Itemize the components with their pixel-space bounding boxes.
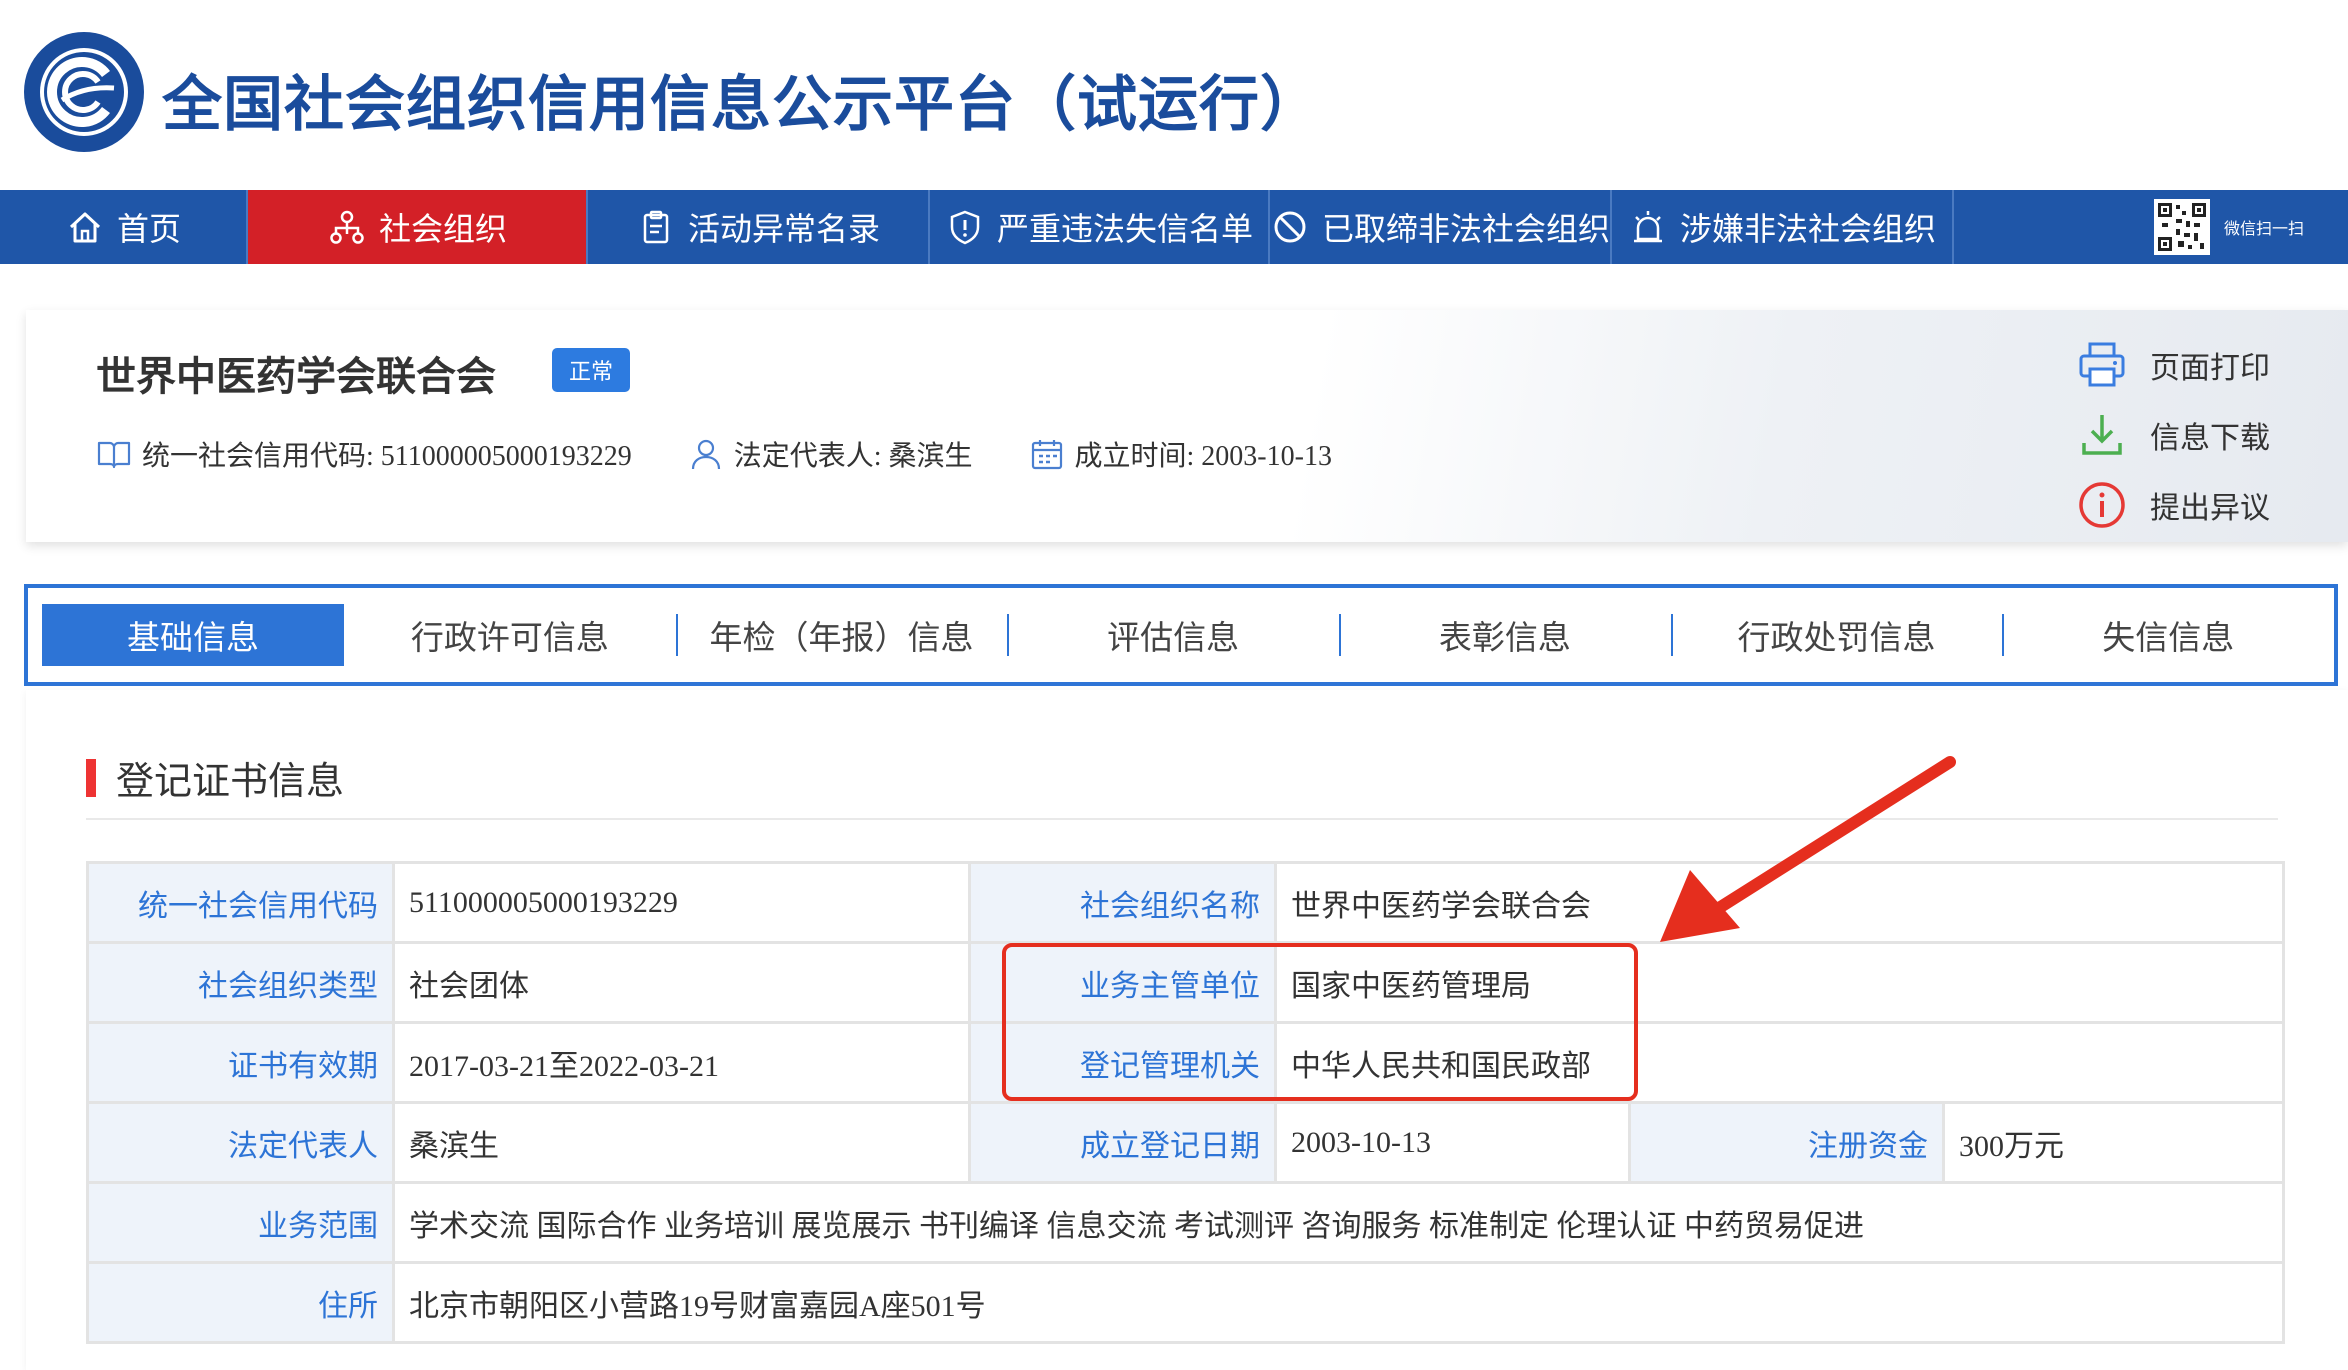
china-social-organization-logo[interactable] [22,30,146,154]
reg-date-value: 2003-10-13 [1274,1101,1631,1184]
org-name: 世界中医药学会联合会 [96,354,496,399]
objection-button[interactable]: 提出异议 [2076,470,2270,540]
nav-item-label: 已取缔非法社会组织 [1321,211,1610,247]
section-title-text: 登记证书信息 [116,761,345,803]
site-header: 全国社会组织信用信息公示平台（试运行） [0,0,2348,190]
tab-evaluation[interactable]: 评估信息 [1007,604,1339,666]
qr-label: 微信扫一扫 [2224,219,2305,238]
legal-rep-text: 法定代表人: 桑滨生 [733,441,973,472]
tab-basic-info[interactable]: 基础信息 [42,604,344,666]
org-name-label: 社会组织名称 [968,861,1277,944]
legal-rep-label: 法定代表人 [86,1101,395,1184]
download-icon [2082,415,2122,455]
address-label: 住所 [86,1261,395,1344]
ban-icon [1274,211,1306,243]
nav-item-label: 严重违法失信名单 [996,211,1253,247]
credit-code-label: 统一社会信用代码 [86,861,395,944]
org-summary-card: 世界中医药学会联合会 正常 统一社会信用代码: 5110000050001932… [26,310,2348,542]
home-icon [69,212,101,243]
supervisor-label: 业务主管单位 [968,941,1277,1024]
shield-alert-icon [950,210,980,245]
main-nav: 首页 社会组织 活动异常名录 严重违法失信名单 已取缔非法社会组织 涉嫌非法社会… [0,190,2348,264]
org-actions: 页面打印 信息下载 提出异议 [2076,330,2270,540]
info-alert-icon [2079,482,2125,528]
capital-value: 300万元 [1941,1101,2286,1184]
printer-icon [2079,342,2125,387]
print-label: 页面打印 [2150,352,2270,385]
meta-founded: 成立时间: 2003-10-13 [1029,434,1332,474]
tab-annual-report[interactable]: 年检（年报）信息 [675,604,1008,666]
table-row: 统一社会信用代码 511000005000193229 社会组织名称 世界中医药… [86,861,2286,944]
legal-rep-value: 桑滨生 [392,1101,971,1184]
table-row: 法定代表人 桑滨生 成立登记日期 2003-10-13 注册资金 300万元 [86,1101,2286,1184]
alarm-icon [1633,211,1662,243]
scope-label: 业务范围 [86,1181,395,1264]
table-row: 业务范围 学术交流 国际合作 业务培训 展览展示 书刊编译 信息交流 考试测评 … [86,1181,2286,1264]
wechat-qr[interactable]: 微信扫一扫 [2148,190,2348,264]
calendar-icon [1031,440,1062,470]
cert-valid-label: 证书有效期 [86,1021,395,1104]
nav-item-label: 涉嫌非法社会组织 [1679,211,1936,247]
download-label: 信息下载 [2150,422,2270,455]
section-divider [86,818,2278,820]
nav-item-social-org[interactable]: 社会组织 [248,190,588,264]
registrar-value: 中华人民共和国民政部 [1273,1021,2286,1104]
qr-code-icon [2154,199,2210,255]
meta-credit-code: 统一社会信用代码: 511000005000193229 [96,434,632,474]
meta-legal-rep: 法定代表人: 桑滨生 [688,434,973,474]
section-title: 登记证书信息 [86,750,344,805]
credit-code-text: 统一社会信用代码: 511000005000193229 [142,441,632,472]
org-tree-icon [330,210,364,244]
nav-item-label: 社会组织 [378,211,507,247]
address-value: 北京市朝阳区小营路19号财富嘉园A座501号 [391,1261,2286,1344]
nav-item-label: 首页 [116,211,181,247]
scope-value: 学术交流 国际合作 业务培训 展览展示 书刊编译 信息交流 考试测评 咨询服务 … [391,1181,2286,1264]
cert-valid-value: 2017-03-21至2022-03-21 [392,1021,971,1104]
person-icon [691,439,720,470]
objection-label: 提出异议 [2150,492,2270,525]
registrar-label: 登记管理机关 [968,1021,1277,1104]
status-badge: 正常 [552,348,630,392]
section-title-marker [86,758,96,797]
info-tabs: 基础信息 行政许可信息 年检（年报）信息 评估信息 表彰信息 行政处罚信息 失信… [24,584,2338,686]
tab-admin-penalty[interactable]: 行政处罚信息 [1670,604,2003,666]
org-name-value: 世界中医药学会联合会 [1273,861,2286,944]
org-meta-row: 统一社会信用代码: 511000005000193229 法定代表人: 桑滨生 … [96,434,1388,474]
tab-dishonesty[interactable]: 失信信息 [2002,604,2334,666]
org-type-value: 社会团体 [392,941,971,1024]
table-row: 社会组织类型 社会团体 业务主管单位 国家中医药管理局 [86,941,2286,1024]
founded-text: 成立时间: 2003-10-13 [1074,441,1332,472]
table-row: 住所 北京市朝阳区小营路19号财富嘉园A座501号 [86,1261,2286,1344]
print-button[interactable]: 页面打印 [2076,330,2270,400]
nav-item-blacklist[interactable]: 严重违法失信名单 [930,190,1270,264]
credit-code-value: 511000005000193229 [392,861,971,944]
org-type-label: 社会组织类型 [86,941,395,1024]
nav-item-banned-orgs[interactable]: 已取缔非法社会组织 [1270,190,1612,264]
supervisor-value: 国家中医药管理局 [1273,941,2286,1024]
clipboard-icon [643,210,669,244]
nav-item-suspected-illegal[interactable]: 涉嫌非法社会组织 [1612,190,1954,264]
nav-item-home[interactable]: 首页 [0,190,248,264]
table-row: 证书有效期 2017-03-21至2022-03-21 登记管理机关 中华人民共… [86,1021,2286,1104]
site-title: 全国社会组织信用信息公示平台（试运行） [162,70,1321,140]
tab-commendation[interactable]: 表彰信息 [1339,604,1671,666]
registration-section: 登记证书信息 统一社会信用代码 511000005000193229 社会组织名… [26,690,2348,1370]
download-button[interactable]: 信息下载 [2076,400,2270,470]
nav-item-label: 活动异常名录 [687,211,880,247]
tab-admin-license[interactable]: 行政许可信息 [344,604,676,666]
reg-date-label: 成立登记日期 [968,1101,1277,1184]
registration-info-table: 统一社会信用代码 511000005000193229 社会组织名称 世界中医药… [86,861,2286,1344]
capital-label: 注册资金 [1628,1101,1945,1184]
book-icon [97,441,131,469]
nav-item-abnormal-list[interactable]: 活动异常名录 [588,190,930,264]
